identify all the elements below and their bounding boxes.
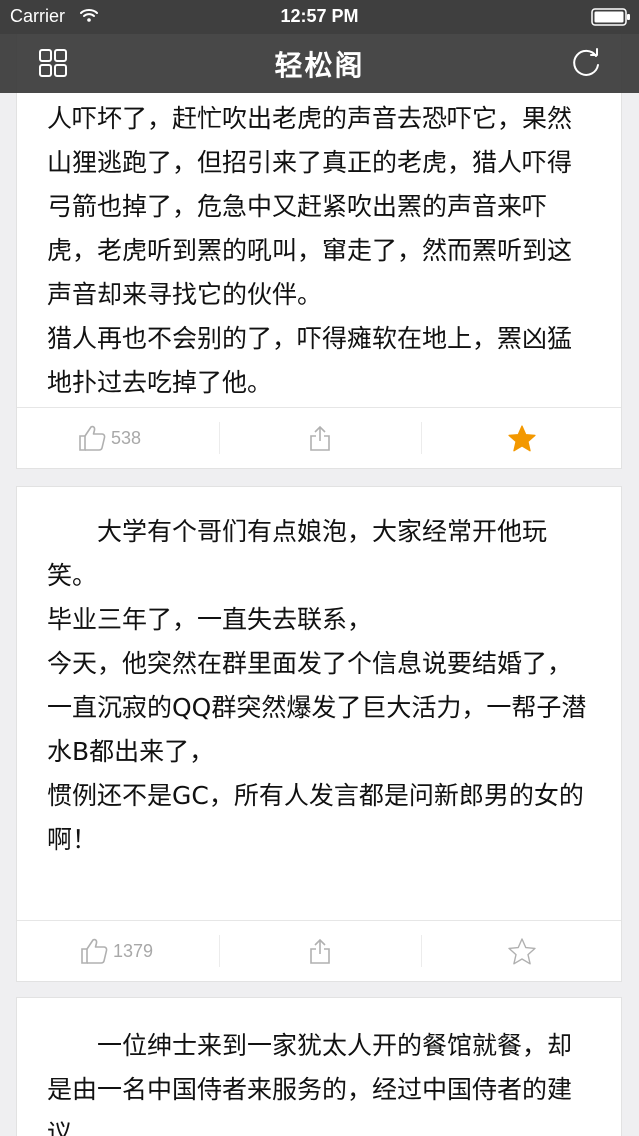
- thumbs-up-icon: [81, 938, 108, 964]
- post-actions: 1379: [17, 920, 621, 981]
- like-button[interactable]: 1379: [79, 935, 153, 967]
- star-filled-icon[interactable]: [507, 424, 537, 454]
- like-count: 1379: [113, 940, 154, 961]
- share-icon[interactable]: [308, 424, 332, 452]
- footer-divider: [421, 422, 422, 454]
- nav-bar: 轻松阁: [0, 34, 639, 93]
- footer-divider: [421, 935, 422, 967]
- refresh-icon[interactable]: [569, 46, 603, 80]
- page-title: 轻松阁: [274, 49, 365, 82]
- post-actions: 538: [17, 407, 621, 468]
- post-text: 大学有个哥们有点娘泡，大家经常开他玩笑。 毕业三年了，一直失去联系， 今天，他突…: [47, 517, 587, 854]
- share-icon[interactable]: [308, 937, 332, 965]
- star-outline-icon[interactable]: [507, 937, 537, 967]
- status-bar: Carrier 12:57 PM: [0, 0, 639, 34]
- status-time: 12:57 PM: [280, 6, 359, 26]
- battery-icon: [591, 8, 630, 26]
- footer-divider: [219, 935, 220, 967]
- grid-icon[interactable]: [36, 46, 70, 80]
- joke-feed[interactable]: 人吓坏了，赶忙吹出老虎的声音去恐吓它，果然山狸逃跑了，但招引来了真正的老虎，猎人…: [0, 0, 639, 1136]
- post-text: 一位绅士来到一家犹太人开的餐馆就餐，却是由一名中国侍者来服务的，经过中国侍者的建…: [47, 1031, 573, 1136]
- post-card: 一位绅士来到一家犹太人开的餐馆就餐，却是由一名中国侍者来服务的，经过中国侍者的建…: [16, 997, 622, 1136]
- post-text: 人吓坏了，赶忙吹出老虎的声音去恐吓它，果然山狸逃跑了，但招引来了真正的老虎，猎人…: [47, 104, 573, 397]
- like-button[interactable]: 538: [77, 422, 141, 454]
- footer-divider: [219, 422, 220, 454]
- thumbs-up-icon: [79, 425, 106, 451]
- post-card: 大学有个哥们有点娘泡，大家经常开他玩笑。 毕业三年了，一直失去联系， 今天，他突…: [16, 486, 622, 982]
- like-count: 538: [111, 427, 142, 448]
